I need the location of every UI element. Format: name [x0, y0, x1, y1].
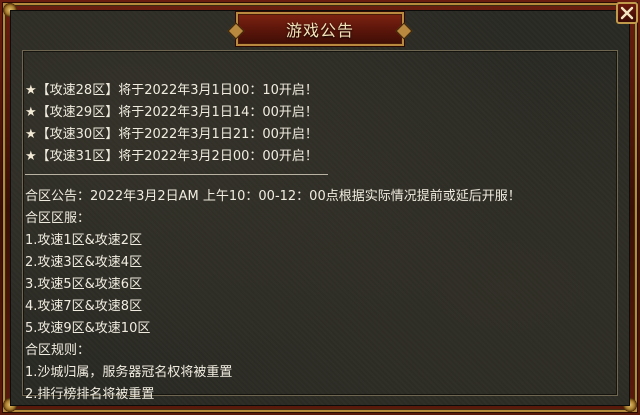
rule-item: 1.沙城归属，服务器冠名权将被重置: [25, 365, 233, 380]
announcement-text: 【攻速29区】将于2022年3月1日14：00开启！: [36, 105, 318, 120]
star-icon: ★: [25, 105, 37, 120]
announcement-text: 【攻速28区】将于2022年3月1日00：10开启！: [36, 83, 318, 98]
close-icon: [620, 6, 634, 20]
announcement-text: 【攻速30区】将于2022年3月1日21：00开启！: [36, 127, 318, 142]
announcement-line: ★【攻速28区】将于2022年3月1日00：10开启！: [25, 80, 605, 102]
servers-heading: 合区区服：: [25, 211, 91, 226]
dialog-title: 游戏公告: [285, 21, 354, 40]
server-item: 2.攻速3区&攻速4区: [25, 255, 143, 270]
rule-item: 2.排行榜排名将被重置: [25, 387, 155, 402]
announcement-line: ★【攻速31区】将于2022年3月2日00：00开启！: [25, 146, 605, 168]
title-plate: 游戏公告: [236, 12, 404, 46]
announcement-content: ★【攻速28区】将于2022年3月1日00：10开启！ ★【攻速29区】将于20…: [25, 80, 605, 406]
server-item: 5.攻速9区&攻速10区: [25, 321, 151, 336]
server-item: 4.攻速7区&攻速8区: [25, 299, 143, 314]
server-item: 3.攻速5区&攻速6区: [25, 277, 143, 292]
merge-notice: 合区公告：2022年3月2日AM 上午10：00-12：00点根据实际情况提前或…: [25, 189, 521, 204]
announcement-line: ★【攻速29区】将于2022年3月1日14：00开启！: [25, 102, 605, 124]
divider: [25, 174, 328, 175]
star-icon: ★: [25, 83, 37, 98]
close-button[interactable]: [616, 2, 638, 24]
rules-heading: 合区规则：: [25, 343, 91, 358]
announcement-line: ★【攻速30区】将于2022年3月1日21：00开启！: [25, 124, 605, 146]
announcement-text: 【攻速31区】将于2022年3月2日00：00开启！: [36, 149, 318, 164]
star-icon: ★: [25, 127, 37, 142]
server-item: 1.攻速1区&攻速2区: [25, 233, 143, 248]
star-icon: ★: [25, 149, 37, 164]
